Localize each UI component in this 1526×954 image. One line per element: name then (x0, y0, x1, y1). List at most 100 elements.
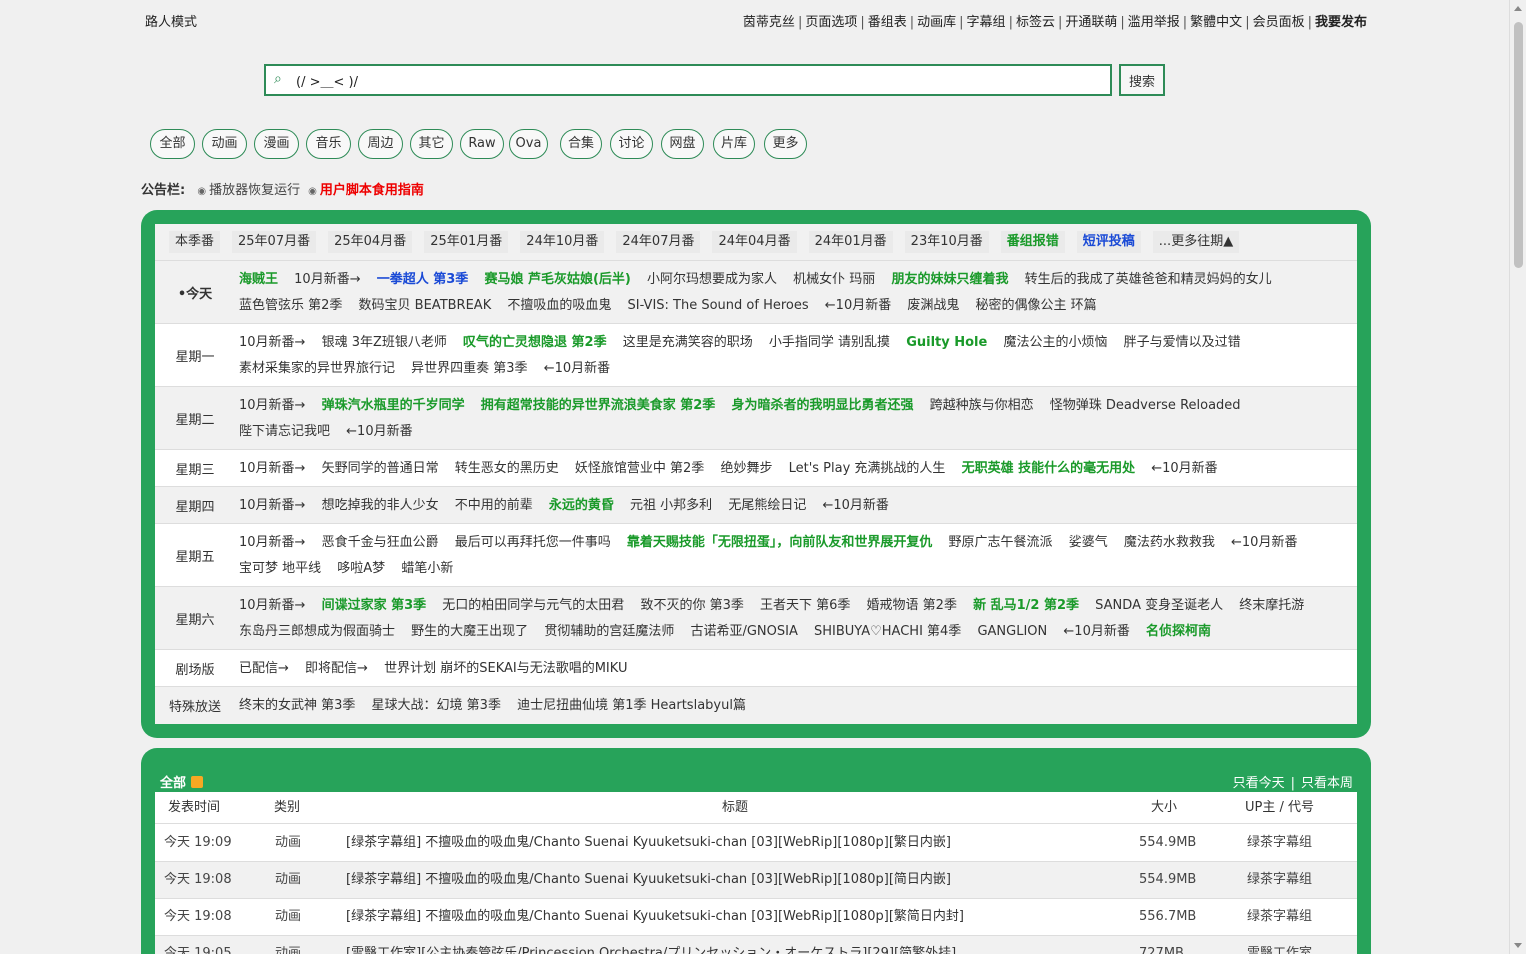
schedule-day-label[interactable]: •今天 (155, 261, 235, 323)
nav-link[interactable]: 滥用举报 (1128, 15, 1180, 30)
anime-link[interactable]: 10月新番→ (239, 398, 305, 413)
anime-link[interactable]: 野原广志午餐流派 (949, 535, 1053, 550)
category-button[interactable]: 其它 (410, 129, 453, 159)
anime-link[interactable]: SI-VIS: The Sound of Heroes (628, 298, 809, 313)
anime-link[interactable]: 无口的柏田同学与元气的太田君 (442, 598, 624, 613)
scrollbar-thumb[interactable] (1514, 22, 1523, 268)
category-button[interactable]: 全部 (150, 129, 195, 159)
category-button[interactable]: 周边 (358, 129, 403, 159)
anime-link[interactable]: 这里是充满笑容的职场 (623, 335, 753, 350)
nav-link[interactable]: 开通联萌 (1065, 15, 1117, 30)
anime-link[interactable]: 绝妙舞步 (720, 461, 772, 476)
guest-mode-label[interactable]: 路人模式 (145, 11, 197, 30)
anime-link[interactable]: 永远的黄昏 (549, 498, 614, 513)
schedule-day-label[interactable]: 星期二 (155, 387, 235, 449)
anime-link[interactable]: 胖子与爱情以及过错 (1124, 335, 1241, 350)
anime-link[interactable]: 转生后的我成了英雄爸爸和精灵妈妈的女儿 (1025, 272, 1272, 287)
nav-link[interactable]: 茵蒂克丝 (743, 15, 795, 30)
filter-today-link[interactable]: 只看今天 (1233, 776, 1285, 791)
anime-link[interactable]: GANGLION (977, 624, 1047, 639)
listing-all-label[interactable]: 全部 (160, 772, 204, 791)
anime-link[interactable]: 蓝色管弦乐 第2季 (239, 298, 342, 313)
rss-icon[interactable] (191, 776, 204, 788)
nav-link[interactable]: 动画库 (917, 15, 956, 30)
anime-link[interactable]: 妖怪旅馆营业中 第2季 (575, 461, 704, 476)
category-cell[interactable]: 动画 (275, 825, 301, 861)
anime-link[interactable]: 宝可梦 地平线 (239, 561, 321, 576)
schedule-day-label[interactable]: 星期四 (155, 487, 235, 523)
anime-link[interactable]: 名侦探柯南 (1146, 624, 1211, 639)
anime-link[interactable]: 不擅吸血的吸血鬼 (507, 298, 611, 313)
season-tab[interactable]: 短评投稿 (1076, 231, 1141, 253)
anime-link[interactable]: 不中用的前辈 (455, 498, 533, 513)
search-input[interactable] (296, 69, 1096, 91)
anime-link[interactable]: 数码宝贝 BEATBREAK (359, 298, 492, 313)
anime-link[interactable]: 小手指同学 请别乱摸 (769, 335, 890, 350)
anime-link[interactable]: Let's Play 充满挑战的人生 (789, 461, 946, 476)
category-button[interactable]: 网盘 (661, 129, 704, 159)
anime-link[interactable]: 怪物弹珠 Deadverse Reloaded (1050, 398, 1241, 413)
scroll-down-icon[interactable] (1514, 943, 1522, 948)
category-button[interactable]: 更多 (764, 129, 807, 159)
nav-link[interactable]: 标签云 (1016, 15, 1055, 30)
nav-link[interactable]: 番组表 (868, 15, 907, 30)
title-link[interactable]: [绿茶字幕组] 不擅吸血的吸血鬼/Chanto Suenai Kyuuketsu… (346, 899, 964, 935)
anime-link[interactable]: ←10月新番 (544, 361, 610, 376)
anime-link[interactable]: 10月新番→ (239, 461, 305, 476)
anime-link[interactable]: 一拳超人 第3季 (377, 272, 469, 287)
schedule-day-label[interactable]: 剧场版 (155, 650, 235, 686)
anime-link[interactable]: 最后可以再拜托您一件事吗 (455, 535, 611, 550)
title-link[interactable]: [绿茶字幕组] 不擅吸血的吸血鬼/Chanto Suenai Kyuuketsu… (346, 862, 951, 898)
anime-link[interactable]: 想吃掉我的非人少女 (322, 498, 439, 513)
anime-link[interactable]: 素材采集家的异世界旅行记 (239, 361, 395, 376)
anime-link[interactable]: 银魂 3年Z班银八老师 (322, 335, 447, 350)
season-tab[interactable]: 25年01月番 (424, 231, 509, 253)
search-button[interactable]: 搜索 (1119, 64, 1165, 96)
anime-link[interactable]: 古诺希亚/GNOSIA (690, 624, 797, 639)
title-link[interactable]: [雲翳工作室][公主协奏管弦乐/Princession Orchestra/プリ… (346, 936, 956, 954)
category-button[interactable]: 片库 (713, 129, 755, 159)
nav-link[interactable]: 页面选项 (805, 15, 857, 30)
notice-item[interactable]: ◉ 用户脚本食用指南 (308, 183, 424, 198)
nav-link[interactable]: 我要发布 (1315, 15, 1367, 30)
anime-link[interactable]: 贯彻辅助的宫廷魔法师 (544, 624, 674, 639)
anime-link[interactable]: 10月新番→ (239, 498, 305, 513)
anime-link[interactable]: 致不灭的你 第3季 (640, 598, 743, 613)
anime-link[interactable]: 世界计划 崩坏的SEKAI与无法歌唱的MIKU (384, 661, 627, 676)
anime-link[interactable]: ←10月新番 (1151, 461, 1217, 476)
title-link[interactable]: [绿茶字幕组] 不擅吸血的吸血鬼/Chanto Suenai Kyuuketsu… (346, 825, 951, 861)
anime-link[interactable]: SHIBUYA♡HACHI 第4季 (814, 624, 961, 639)
anime-link[interactable]: 即将配信→ (305, 661, 368, 676)
anime-link[interactable]: 赛马娘 芦毛灰姑娘(后半) (484, 272, 630, 287)
anime-link[interactable]: 王者天下 第6季 (760, 598, 850, 613)
scroll-up-icon[interactable] (1514, 6, 1522, 11)
anime-link[interactable]: 转生恶女的黑历史 (455, 461, 559, 476)
anime-link[interactable]: 矢野同学的普通日常 (322, 461, 439, 476)
column-header[interactable]: 类别 (274, 792, 300, 824)
anime-link[interactable]: ←10月新番 (822, 498, 888, 513)
uploader-link[interactable]: 绿茶字幕组 (1247, 825, 1312, 861)
season-tab[interactable]: 本季番 (169, 231, 221, 253)
anime-link[interactable]: 10月新番→ (239, 598, 305, 613)
category-cell[interactable]: 动画 (275, 899, 301, 935)
nav-link[interactable]: 会员面板 (1253, 15, 1305, 30)
anime-link[interactable]: Guilty Hole (906, 335, 987, 350)
season-tab[interactable]: 24年01月番 (808, 231, 893, 253)
anime-link[interactable]: ←10月新番 (825, 298, 891, 313)
anime-link[interactable]: 魔法药水救救我 (1124, 535, 1215, 550)
anime-link[interactable]: 新 乱马1/2 第2季 (973, 598, 1079, 613)
uploader-link[interactable]: 雲翳工作室 (1247, 936, 1312, 954)
anime-link[interactable]: 娑婆气 (1069, 535, 1108, 550)
notice-item[interactable]: ◉ 播放器恢复运行 (197, 183, 300, 198)
category-button[interactable]: 漫画 (254, 129, 299, 159)
anime-link[interactable]: 弹珠汽水瓶里的千岁同学 (322, 398, 465, 413)
anime-link[interactable]: ←10月新番 (1231, 535, 1297, 550)
anime-link[interactable]: 蜡笔小新 (401, 561, 453, 576)
category-button[interactable]: 动画 (202, 129, 247, 159)
season-tab[interactable]: 24年07月番 (616, 231, 701, 253)
anime-link[interactable]: 海贼王 (239, 272, 278, 287)
anime-link[interactable]: 身为暗杀者的我明显比勇者还强 (731, 398, 913, 413)
anime-link[interactable]: 10月新番→ (239, 535, 305, 550)
anime-link[interactable]: 叹气的亡灵想隐退 第2季 (463, 335, 607, 350)
season-tab[interactable]: 24年04月番 (712, 231, 797, 253)
